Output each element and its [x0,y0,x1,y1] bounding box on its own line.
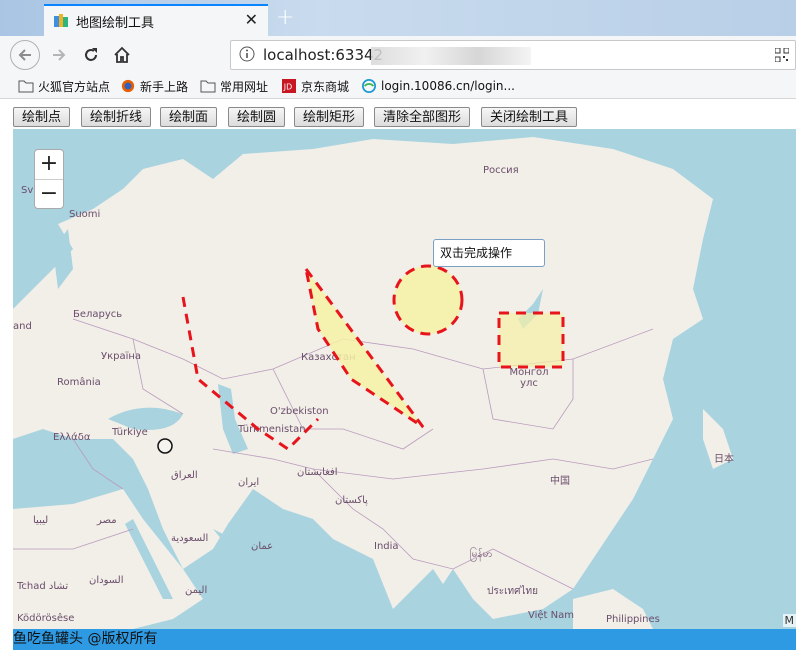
home-button[interactable] [111,44,133,66]
drawn-circle [392,264,464,336]
bookmark-label: login.10086.cn/login... [381,79,515,93]
url-text: localhost:63342 [263,46,384,64]
bookmark-10086[interactable]: login.10086.cn/login... [361,77,515,95]
back-arrow-icon [18,49,31,61]
bookmark-firefox-official[interactable]: 火狐官方站点 [18,77,110,95]
reload-button[interactable] [80,44,102,66]
zoom-out-button[interactable]: − [35,180,63,209]
draw-rectangle-button[interactable]: 绘制矩形 [294,107,365,127]
forward-button[interactable] [48,44,70,66]
zoom-in-button[interactable]: + [35,150,63,180]
clear-all-button[interactable]: 清除全部图形 [374,107,471,127]
close-draw-tool-button[interactable]: 关闭绘制工具 [481,107,578,127]
draw-hint-tooltip: 双击完成操作 [433,239,545,267]
jd-logo-icon: JD [282,79,296,93]
tab-title: 地图绘制工具 [76,16,155,31]
forward-arrow-icon [53,49,66,61]
draw-point-button[interactable]: 绘制点 [13,107,71,127]
redacted-region [371,47,531,65]
new-tab-icon[interactable]: + [276,5,294,30]
draw-polyline-button[interactable]: 绘制折线 [81,107,152,127]
map-attribution[interactable]: M [782,614,796,627]
drawn-polyline [181,296,320,451]
back-button[interactable] [10,40,40,70]
bookmarks-bar: 火狐官方站点 新手上路 常用网址 JD 京东商城 login.10086.cn/… [0,74,796,99]
drawn-point [157,438,173,454]
draw-polygon-button[interactable]: 绘制面 [160,107,218,127]
home-icon [114,46,130,63]
zoom-control: + − [34,149,64,209]
china-mobile-icon [362,79,376,93]
tab-strip: 地图绘制工具 ✕ + [0,0,796,36]
navigation-bar: localhost:63342 [0,36,796,74]
app-favicon-icon [54,14,68,27]
folder-icon [200,80,216,93]
bookmark-label: 新手上路 [140,79,189,94]
qr-code-icon[interactable] [775,48,789,62]
tab-active[interactable]: 地图绘制工具 ✕ [44,4,268,36]
map-canvas[interactable]: Россия Suomi Sv Беларусь and Україна Rom… [13,129,796,629]
bookmark-label: 京东商城 [301,79,350,94]
bookmark-label: 火狐官方站点 [38,79,111,94]
bookmark-getting-started[interactable]: 新手上路 [120,77,188,95]
tab-close-icon[interactable]: ✕ [245,10,258,29]
reload-icon [85,48,97,61]
bookmark-common-sites[interactable]: 常用网址 [200,77,268,95]
firefox-icon [121,79,135,93]
info-icon[interactable] [239,46,255,62]
bookmark-label: 常用网址 [220,79,269,94]
page-content: 绘制点 绘制折线 绘制面 绘制圆 绘制矩形 清除全部图形 关闭绘制工具 Росс… [0,99,796,650]
drawn-rectangle [497,311,565,369]
svg-text:JD: JD [283,83,292,92]
draw-circle-button[interactable]: 绘制圆 [228,107,286,127]
page-footer: 鱼吃鱼罐头 @版权所有 [13,629,796,650]
folder-icon [18,80,34,93]
address-bar[interactable]: localhost:63342 [230,40,796,70]
bookmark-jd[interactable]: JD 京东商城 [281,77,349,95]
draw-layer [157,264,565,454]
